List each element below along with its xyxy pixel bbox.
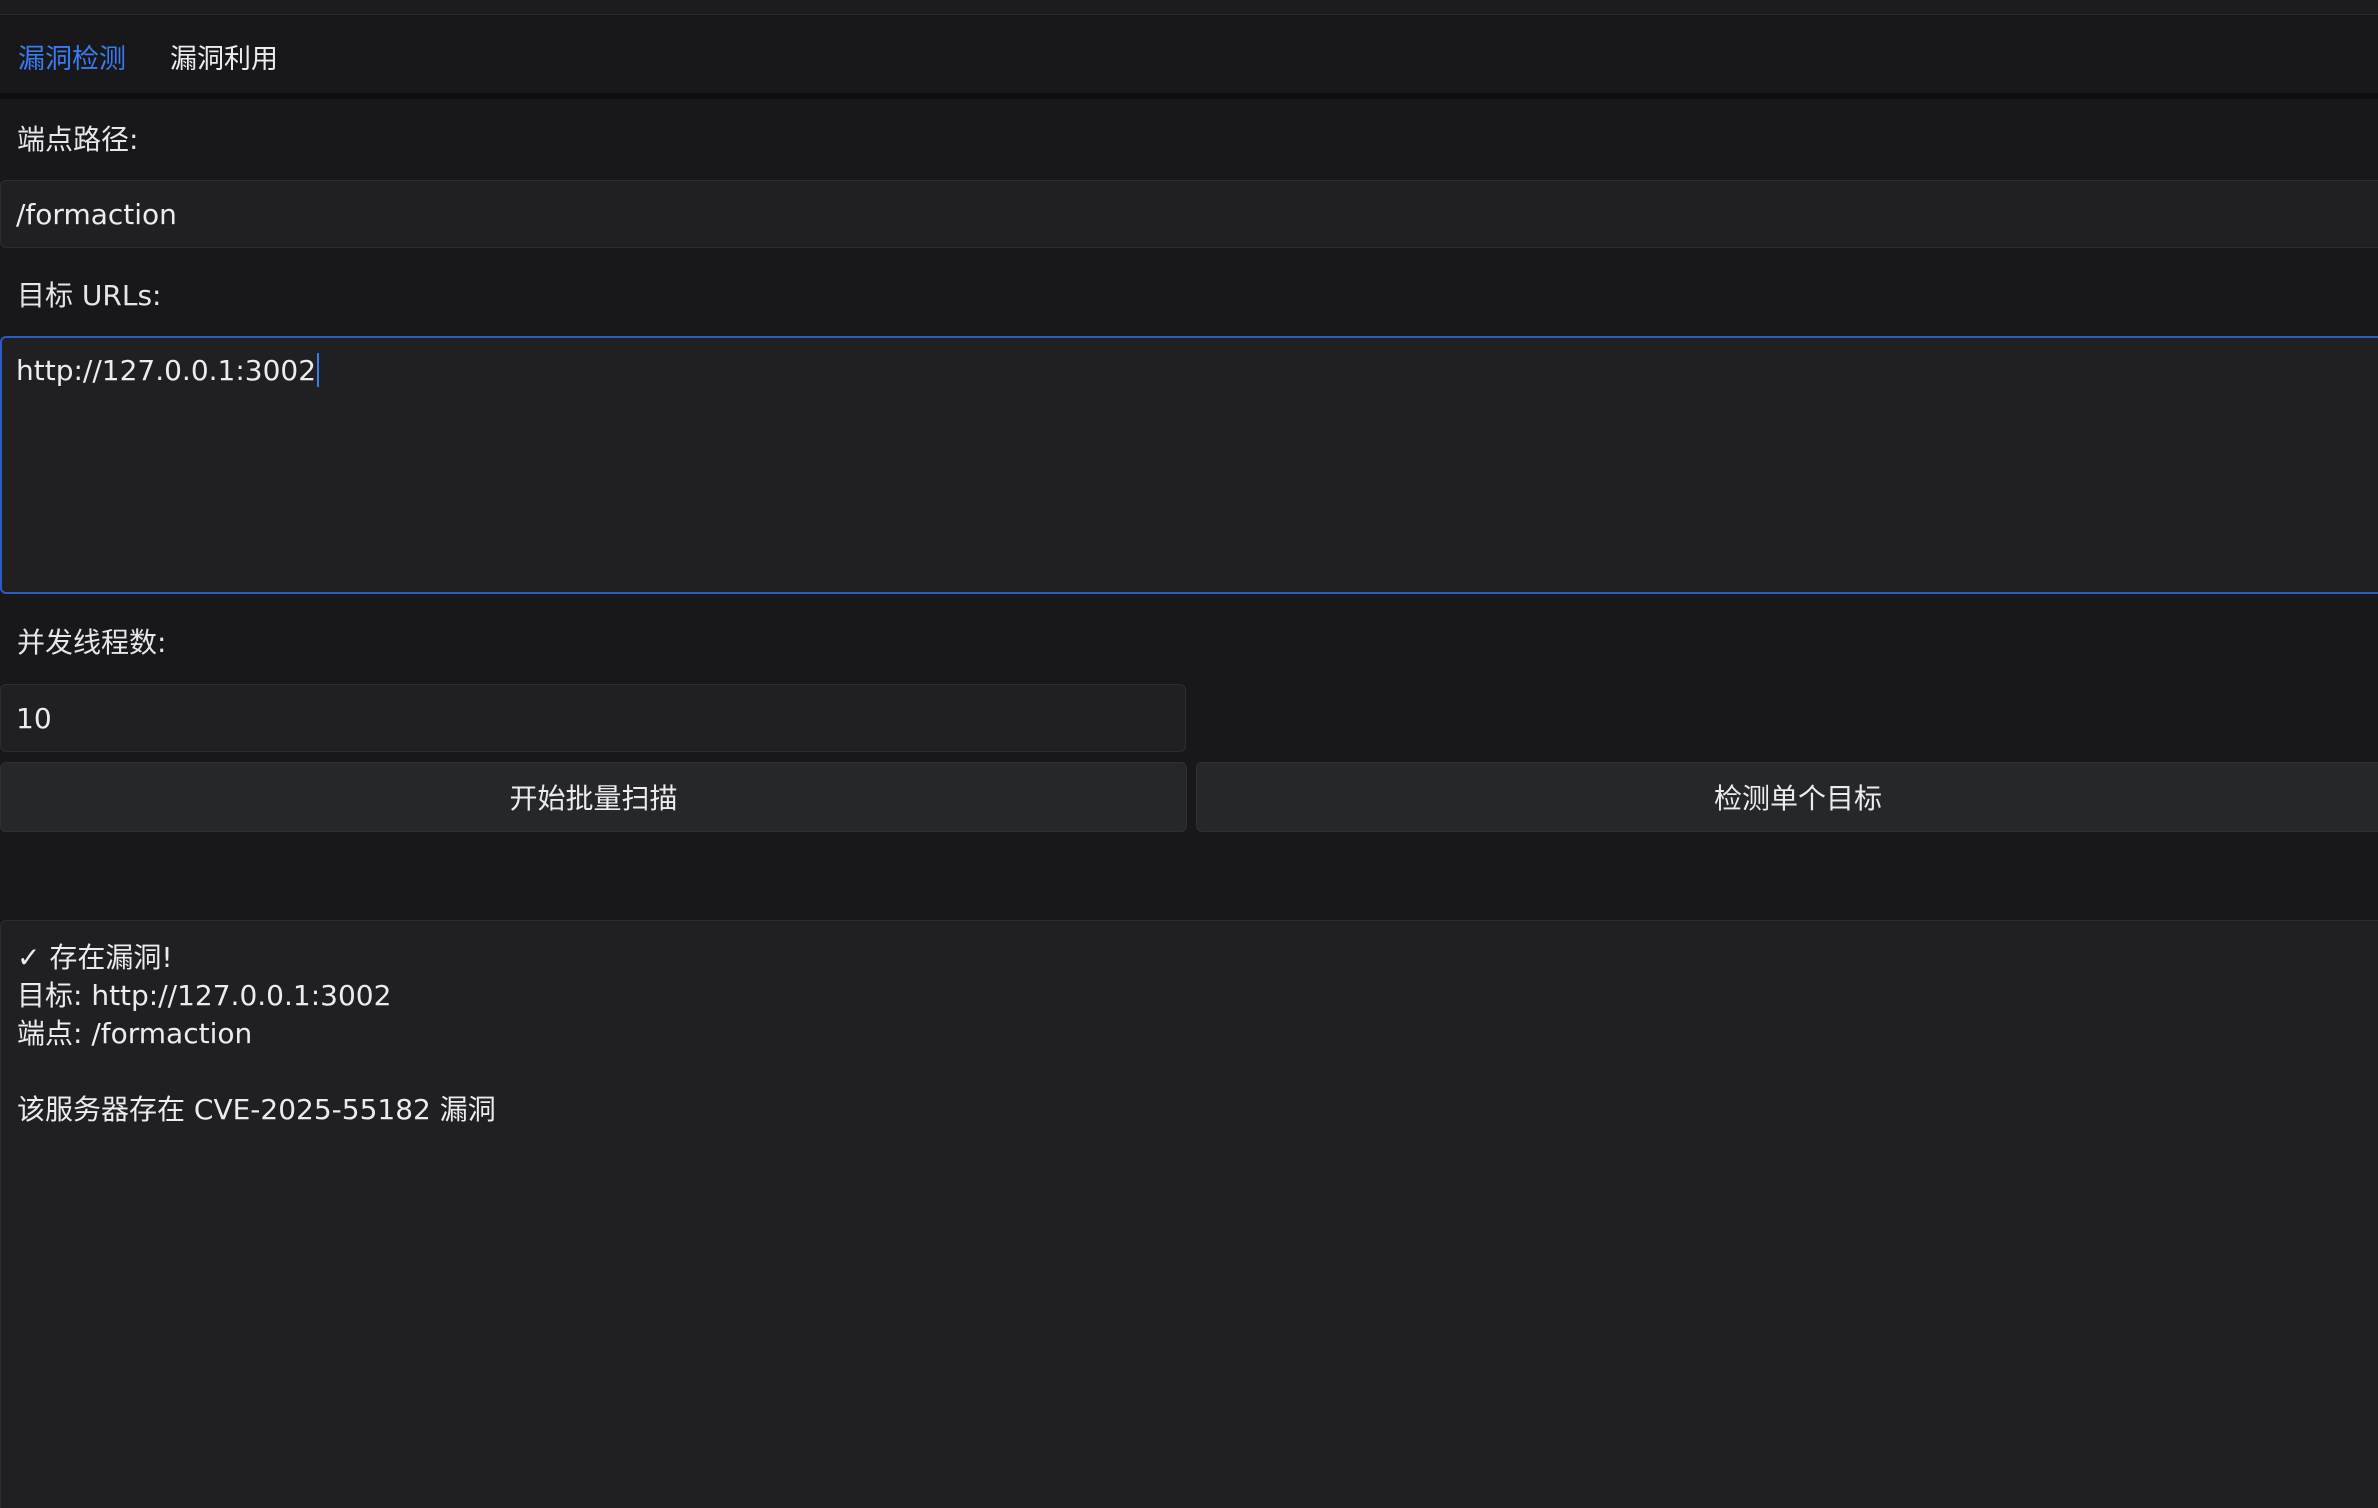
threads-input[interactable]: 10 [0,684,1186,752]
top-strip [0,0,2378,15]
threads-input-value: 10 [16,701,52,735]
threads-label: 并发线程数: [17,626,167,659]
endpoint-input-value: /formaction [16,197,177,231]
target-urls-label: 目标 URLs: [17,279,162,312]
batch-scan-button[interactable]: 开始批量扫描 [0,762,1187,832]
tab-divider [0,93,2378,99]
result-blank-line [17,1053,2378,1091]
result-output[interactable]: ✓ 存在漏洞! 目标: http://127.0.0.1:3002 端点: /f… [0,920,2378,1508]
text-caret [317,353,320,387]
endpoint-input[interactable]: /formaction [0,180,2378,248]
single-check-button[interactable]: 检测单个目标 [1196,762,2378,832]
tab-vuln-exploit[interactable]: 漏洞利用 [150,15,298,97]
result-endpoint-line: 端点: /formaction [17,1017,253,1050]
result-status-line: ✓ 存在漏洞! [17,941,173,974]
result-cve-line: 该服务器存在 CVE-2025-55182 漏洞 [17,1093,496,1126]
tab-vuln-detect[interactable]: 漏洞检测 [0,15,144,97]
app-window: 漏洞检测 漏洞利用 端点路径: /formaction 目标 URLs: htt… [0,0,2378,1508]
endpoint-label: 端点路径: [17,123,139,156]
tab-bar: 漏洞检测 漏洞利用 [0,15,2378,99]
target-urls-textarea[interactable]: http://127.0.0.1:3002 [0,336,2378,594]
result-target-line: 目标: http://127.0.0.1:3002 [17,979,392,1012]
target-urls-value: http://127.0.0.1:3002 [16,354,317,387]
